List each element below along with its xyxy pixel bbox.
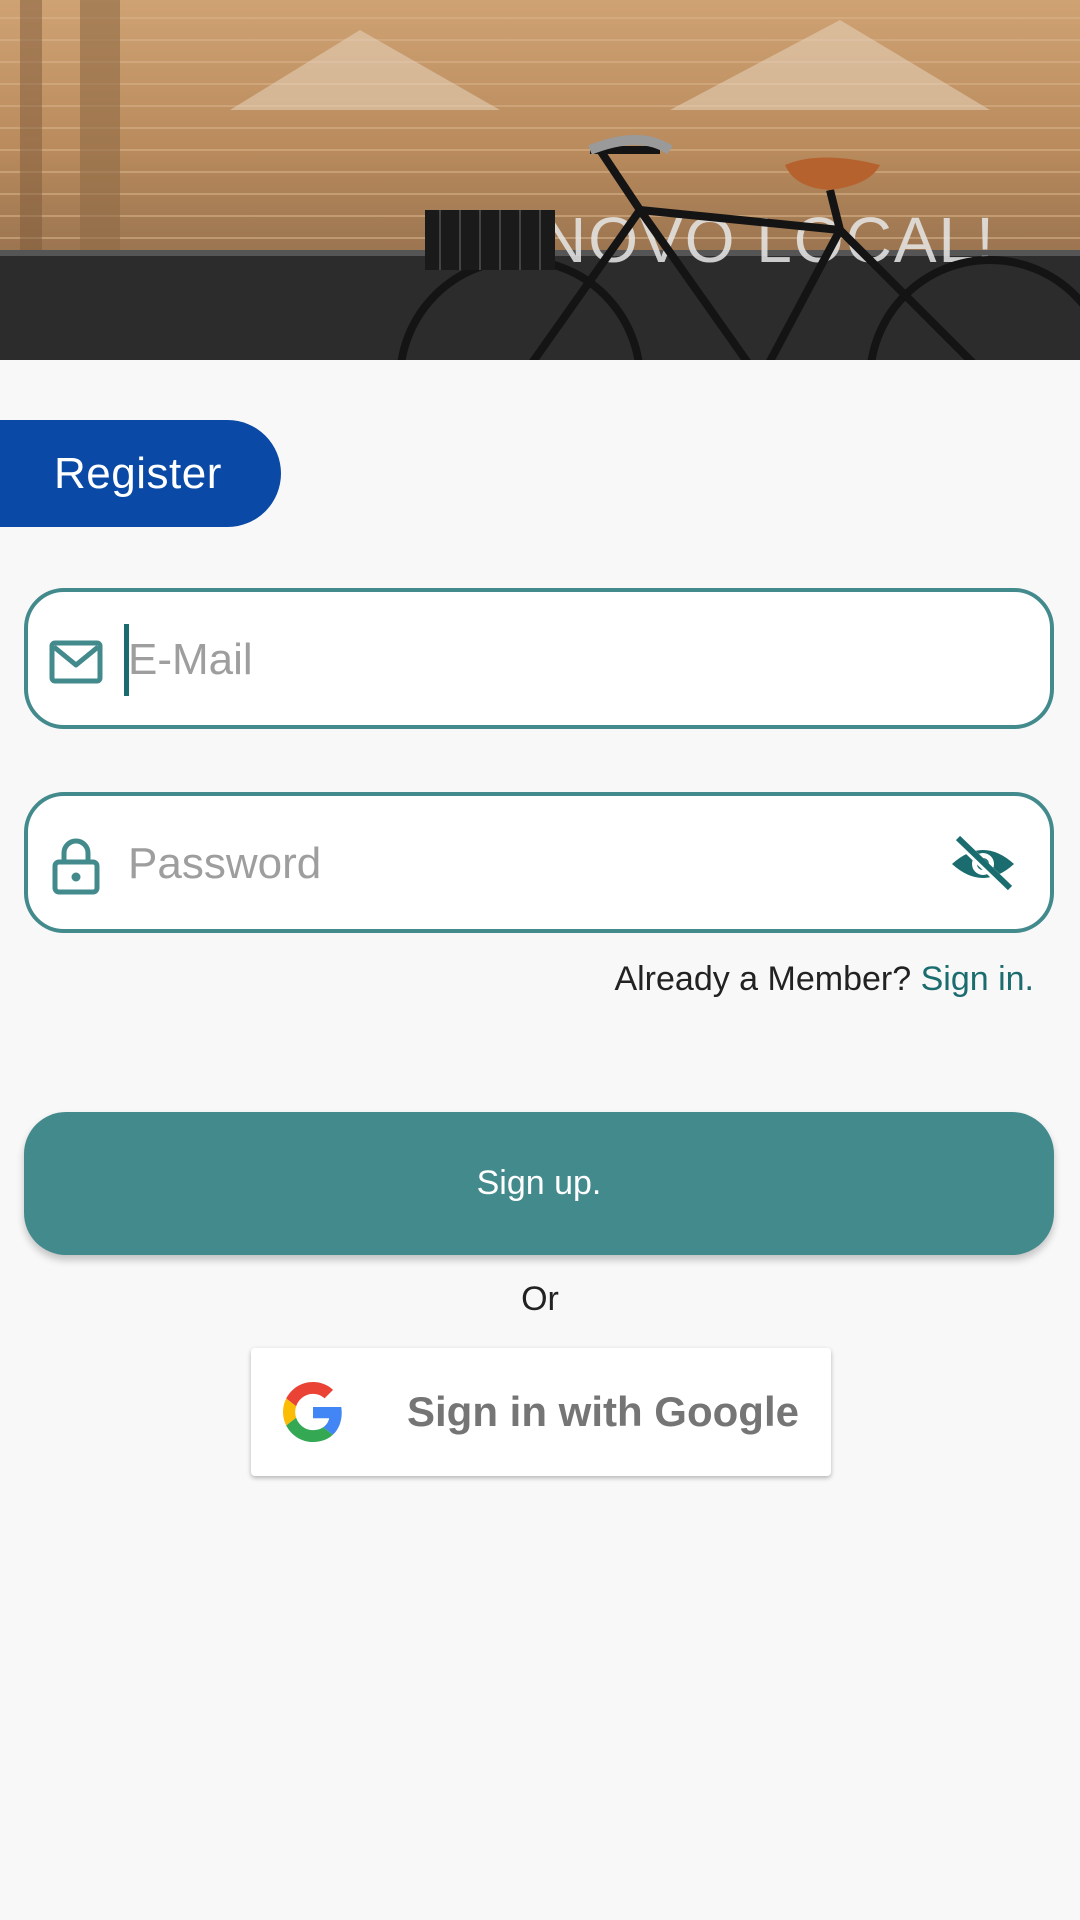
google-sign-in-button[interactable]: Sign in with Google: [251, 1348, 831, 1476]
member-prompt-text: Already a Member?: [614, 960, 912, 998]
eye-off-icon[interactable]: [948, 834, 1018, 894]
password-field[interactable]: [24, 792, 1054, 933]
sign-up-button-label: Sign up.: [476, 1164, 602, 1202]
password-input[interactable]: [122, 816, 948, 912]
bicycle-photo: NOVO LOCAL!: [0, 0, 1080, 360]
sign-in-link[interactable]: Sign in.: [921, 960, 1034, 998]
or-divider: Or: [521, 1280, 559, 1318]
mail-icon: [49, 640, 103, 684]
text-caret: [124, 624, 129, 696]
sign-up-button[interactable]: Sign up.: [24, 1112, 1054, 1255]
svg-text:NOVO LOCAL!: NOVO LOCAL!: [540, 204, 996, 276]
email-field[interactable]: [24, 588, 1054, 729]
header-image: NOVO LOCAL!: [0, 0, 1080, 360]
email-input[interactable]: [122, 612, 948, 708]
register-tab-label: Register: [54, 448, 222, 498]
member-prompt: Already a Member? Sign in.: [614, 960, 1034, 999]
google-button-label: Sign in with Google: [407, 1388, 799, 1435]
lock-icon: [52, 838, 100, 895]
register-tab[interactable]: Register: [0, 420, 281, 527]
google-logo-icon: [283, 1382, 342, 1442]
